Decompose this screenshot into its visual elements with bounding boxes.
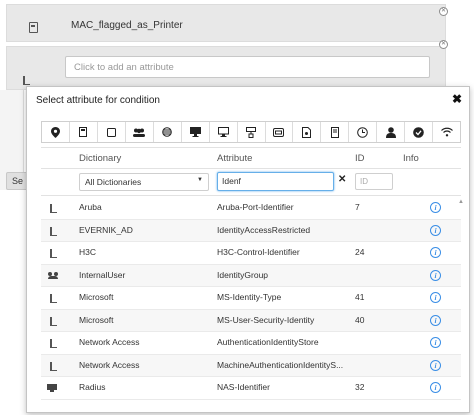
tree-icon xyxy=(49,339,57,348)
attribute-list: Aruba Aruba-Port-Identifier 7 i EVERNIK_… xyxy=(41,197,461,400)
condition-card-printer: MAC_flagged_as_Printer xyxy=(6,4,446,42)
table-row[interactable]: Radius NAS-Identifier 32 i xyxy=(41,377,461,400)
clear-filter-icon[interactable]: ✕ xyxy=(338,174,346,185)
info-icon[interactable]: i xyxy=(430,382,441,393)
cell-attribute: IdentityGroup xyxy=(217,269,269,280)
filter-row: All Dictionaries ▼ Idenf ✕ ID xyxy=(41,170,461,196)
dictionary-type-filter-bar xyxy=(41,121,461,143)
add-attribute-input[interactable]: Click to add an attribute xyxy=(65,56,430,78)
table-row[interactable]: Network Access AuthenticationIdentitySto… xyxy=(41,332,461,355)
monitor-icon xyxy=(47,384,57,392)
cell-attribute: MS-User-Security-Identity xyxy=(217,314,315,325)
user-icon[interactable] xyxy=(377,122,406,142)
cell-attribute: MS-Identity-Type xyxy=(217,292,282,302)
table-row[interactable]: Aruba Aruba-Port-Identifier 7 i xyxy=(41,197,461,220)
tree-icon xyxy=(49,226,57,236)
cell-id: 41 xyxy=(355,292,365,302)
caret-down-icon: ▼ xyxy=(197,177,203,183)
display-icon[interactable] xyxy=(210,122,238,142)
check-circle-icon[interactable] xyxy=(405,122,434,142)
users-icon[interactable] xyxy=(126,122,154,142)
cell-attribute: Aruba-Port-Identifier xyxy=(217,202,294,212)
clock-icon[interactable] xyxy=(349,122,378,142)
table-header: Dictionary Attribute ID Info xyxy=(41,147,461,169)
condition-card-title: MAC_flagged_as_Printer xyxy=(71,20,183,31)
cell-dictionary: Microsoft xyxy=(79,292,114,302)
cell-dictionary: InternalUser xyxy=(79,269,126,280)
cell-attribute: AuthenticationIdentityStore xyxy=(217,337,319,347)
condition-card-new: Click to add an attribute xyxy=(6,46,446,90)
info-icon[interactable]: i xyxy=(430,359,441,371)
table-row[interactable]: H3C H3C-Control-Identifier 24 i xyxy=(41,242,461,265)
info-icon[interactable]: i xyxy=(430,292,441,303)
tree-icon xyxy=(49,249,57,258)
tree-icon xyxy=(49,316,57,326)
device-icon xyxy=(29,22,38,33)
tree-icon xyxy=(22,76,30,85)
table-row[interactable]: InternalUser IdentityGroup i xyxy=(41,264,461,287)
dictionary-filter-value: All Dictionaries xyxy=(85,177,142,187)
server-icon[interactable] xyxy=(321,122,350,142)
cell-dictionary: Network Access xyxy=(79,337,140,347)
cell-attribute: NAS-Identifier xyxy=(217,382,270,392)
dialog-title: Select attribute for condition xyxy=(36,95,160,106)
cell-id: 24 xyxy=(355,247,365,257)
cell-dictionary: H3C xyxy=(79,247,97,257)
info-icon[interactable]: i xyxy=(430,247,441,258)
cell-dictionary: Microsoft xyxy=(79,314,114,325)
column-header-info: Info xyxy=(403,153,419,164)
monitor-icon[interactable] xyxy=(182,122,210,142)
tree-icon xyxy=(49,361,57,371)
column-header-id[interactable]: ID xyxy=(355,153,365,164)
info-icon[interactable]: i xyxy=(430,202,441,213)
cell-id: 7 xyxy=(355,202,360,212)
wifi-icon[interactable] xyxy=(433,122,460,142)
select-attribute-dialog: Select attribute for condition ✖ Diction… xyxy=(26,86,470,413)
globe-icon[interactable] xyxy=(154,122,182,142)
info-icon[interactable]: i xyxy=(430,224,441,236)
attribute-filter-input[interactable]: Idenf xyxy=(217,172,334,191)
cell-id: 32 xyxy=(355,382,365,392)
document-icon[interactable] xyxy=(293,122,322,142)
cell-attribute: MachineAuthenticationIdentityS... xyxy=(217,359,344,370)
cell-id: 40 xyxy=(355,314,365,325)
info-icon[interactable]: i xyxy=(430,269,441,281)
info-icon[interactable]: i xyxy=(430,337,441,348)
id-filter-input[interactable]: ID xyxy=(355,173,393,190)
close-icon[interactable]: ✕ xyxy=(439,40,448,49)
cell-dictionary: Aruba xyxy=(79,202,102,212)
table-row[interactable]: EVERNIK_AD IdentityAccessRestricted i xyxy=(41,219,461,242)
square-icon[interactable] xyxy=(70,122,98,142)
tree-icon xyxy=(49,204,57,213)
location-pin-icon[interactable] xyxy=(42,122,70,142)
scroll-up-icon[interactable]: ▲ xyxy=(458,199,464,205)
side-button[interactable]: Se xyxy=(6,172,28,190)
dictionary-filter-select[interactable]: All Dictionaries ▼ xyxy=(79,173,209,191)
square-outline-icon[interactable] xyxy=(98,122,126,142)
tree-icon xyxy=(49,294,57,303)
cell-dictionary: Radius xyxy=(79,382,106,392)
cell-dictionary: Network Access xyxy=(79,359,140,370)
table-row[interactable]: Network Access MachineAuthenticationIden… xyxy=(41,354,461,377)
column-header-dictionary[interactable]: Dictionary xyxy=(79,153,121,164)
table-row[interactable]: Microsoft MS-User-Security-Identity 40 i xyxy=(41,309,461,332)
cell-dictionary: EVERNIK_AD xyxy=(79,224,133,235)
users-icon xyxy=(48,271,58,279)
cell-attribute: H3C-Control-Identifier xyxy=(217,247,300,257)
cell-attribute: IdentityAccessRestricted xyxy=(217,224,311,235)
network-icon[interactable] xyxy=(238,122,266,142)
close-icon[interactable]: ✖ xyxy=(452,92,462,106)
card-icon[interactable] xyxy=(266,122,294,142)
close-icon[interactable]: ✕ xyxy=(439,7,448,16)
column-header-attribute[interactable]: Attribute xyxy=(217,153,252,164)
table-row[interactable]: Microsoft MS-Identity-Type 41 i xyxy=(41,287,461,310)
info-icon[interactable]: i xyxy=(430,314,441,326)
